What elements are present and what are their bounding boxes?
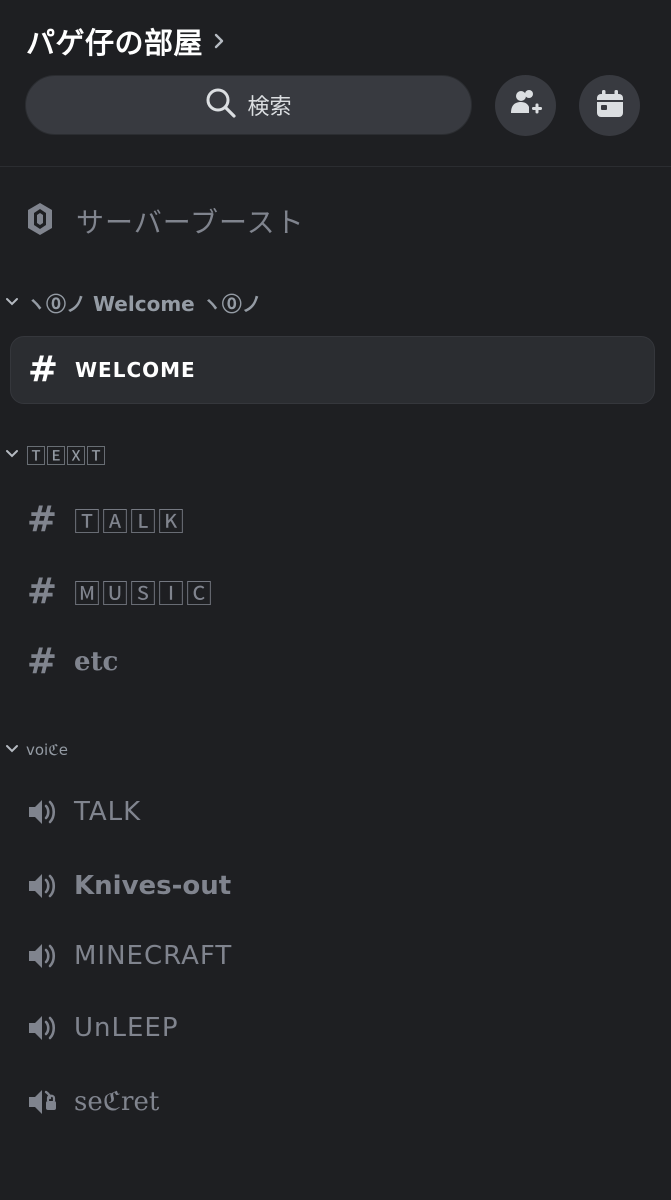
category-voice[interactable]: voiℭe [4, 740, 68, 759]
chevron-down-icon [4, 445, 20, 464]
events-button[interactable] [579, 75, 640, 136]
channel-list-screen: パゲ仔の部屋 検索 サーバーブースト ヽ⓪ノ Welcome ヽ⓪ノ # WEL… [0, 0, 671, 1200]
hash-icon: # [26, 571, 58, 612]
channel-label: MINECRAFT [74, 941, 233, 971]
boost-gem-icon [26, 202, 54, 240]
header-divider [0, 166, 671, 167]
channel-label: 🅃🄰🄻🄺 [74, 507, 187, 538]
category-label: 🅃🄴🅇🅃 [26, 444, 106, 468]
voice-channel-unleep[interactable]: ՍnLEEP [10, 994, 655, 1062]
speaker-icon [10, 1013, 74, 1043]
channel-talk[interactable]: # 🅃🄰🄻🄺 [10, 486, 655, 554]
voice-channel-talk[interactable]: TALK [10, 778, 655, 846]
server-boost-label: サーバーブースト [76, 206, 305, 239]
locked-speaker-icon [10, 1086, 74, 1118]
voice-channel-knives-out[interactable]: Knives-out [10, 852, 655, 920]
speaker-icon [10, 871, 74, 901]
search-label: 検索 [247, 95, 292, 120]
invite-members-button[interactable] [495, 75, 556, 136]
chevron-right-icon [213, 32, 225, 50]
channel-label: etc [74, 647, 119, 677]
channel-label: ՍnLEEP [74, 1013, 179, 1043]
search-button[interactable]: 検索 [25, 75, 472, 135]
channel-label: 🄼🅄🅂🄸🄲 [74, 579, 215, 610]
chevron-down-icon [4, 293, 20, 312]
server-boost-button[interactable]: サーバーブースト [26, 198, 305, 244]
server-header[interactable]: パゲ仔の部屋 [26, 20, 225, 62]
category-text[interactable]: 🅃🄴🅇🅃 [4, 440, 106, 469]
channel-welcome[interactable]: # WELCOME [10, 336, 655, 404]
voice-channel-secret[interactable]: seℭret [10, 1068, 655, 1136]
add-member-icon [509, 87, 543, 125]
server-name: パゲ仔の部屋 [26, 26, 204, 60]
hash-icon: # [27, 349, 59, 390]
speaker-icon [10, 941, 74, 971]
chevron-down-icon [4, 740, 20, 759]
speaker-icon [10, 797, 74, 827]
category-welcome[interactable]: ヽ⓪ノ Welcome ヽ⓪ノ [4, 288, 262, 317]
hash-icon: # [26, 499, 58, 540]
channel-label: Knives-out [74, 871, 232, 901]
calendar-icon [595, 89, 625, 123]
category-label: ヽ⓪ノ Welcome ヽ⓪ノ [26, 292, 262, 316]
channel-music[interactable]: # 🄼🅄🅂🄸🄲 [10, 558, 655, 626]
search-icon [205, 87, 237, 123]
voice-channel-minecraft[interactable]: MINECRAFT [10, 922, 655, 990]
channel-label: seℭret [74, 1087, 160, 1117]
channel-etc[interactable]: # etc [10, 628, 655, 696]
category-label: voiℭe [26, 740, 68, 759]
hash-icon: # [26, 641, 58, 682]
channel-label: WELCOME [75, 358, 196, 382]
channel-label: TALK [74, 797, 142, 827]
